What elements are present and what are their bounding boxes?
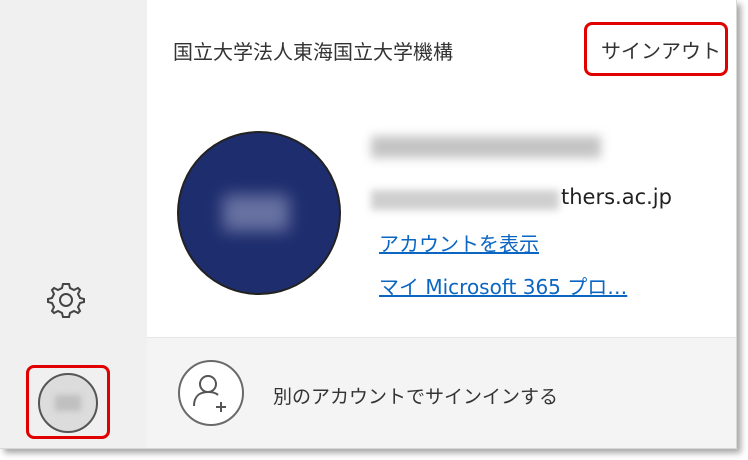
avatar-initials-redacted [223, 195, 289, 231]
avatar-initials-redacted [55, 395, 81, 411]
account-avatar-button[interactable] [38, 373, 98, 433]
sign-in-other-account-button[interactable]: 別のアカウントでサインインする [147, 338, 736, 448]
add-person-icon [178, 360, 244, 426]
user-email-redacted [371, 190, 559, 210]
my-profile-link[interactable]: マイ Microsoft 365 プロ… [379, 271, 627, 300]
sidebar [0, 0, 147, 448]
gear-icon [47, 283, 85, 318]
user-name-redacted [371, 136, 601, 158]
sign-out-button[interactable]: サインアウト [601, 35, 721, 64]
account-flyout: 国立大学法人東海国立大学機構 サインアウト thers.ac.jp アカウントを… [0, 0, 737, 449]
sign-in-other-account-label: 別のアカウントでサインインする [273, 386, 559, 408]
organization-name: 国立大学法人東海国立大学機構 [173, 40, 453, 64]
settings-button[interactable] [46, 280, 86, 320]
view-account-link[interactable]: アカウントを表示 [379, 228, 539, 257]
account-panel: 国立大学法人東海国立大学機構 サインアウト thers.ac.jp アカウントを… [147, 0, 736, 448]
user-email-suffix: thers.ac.jp [561, 185, 672, 209]
profile-avatar [177, 131, 341, 295]
